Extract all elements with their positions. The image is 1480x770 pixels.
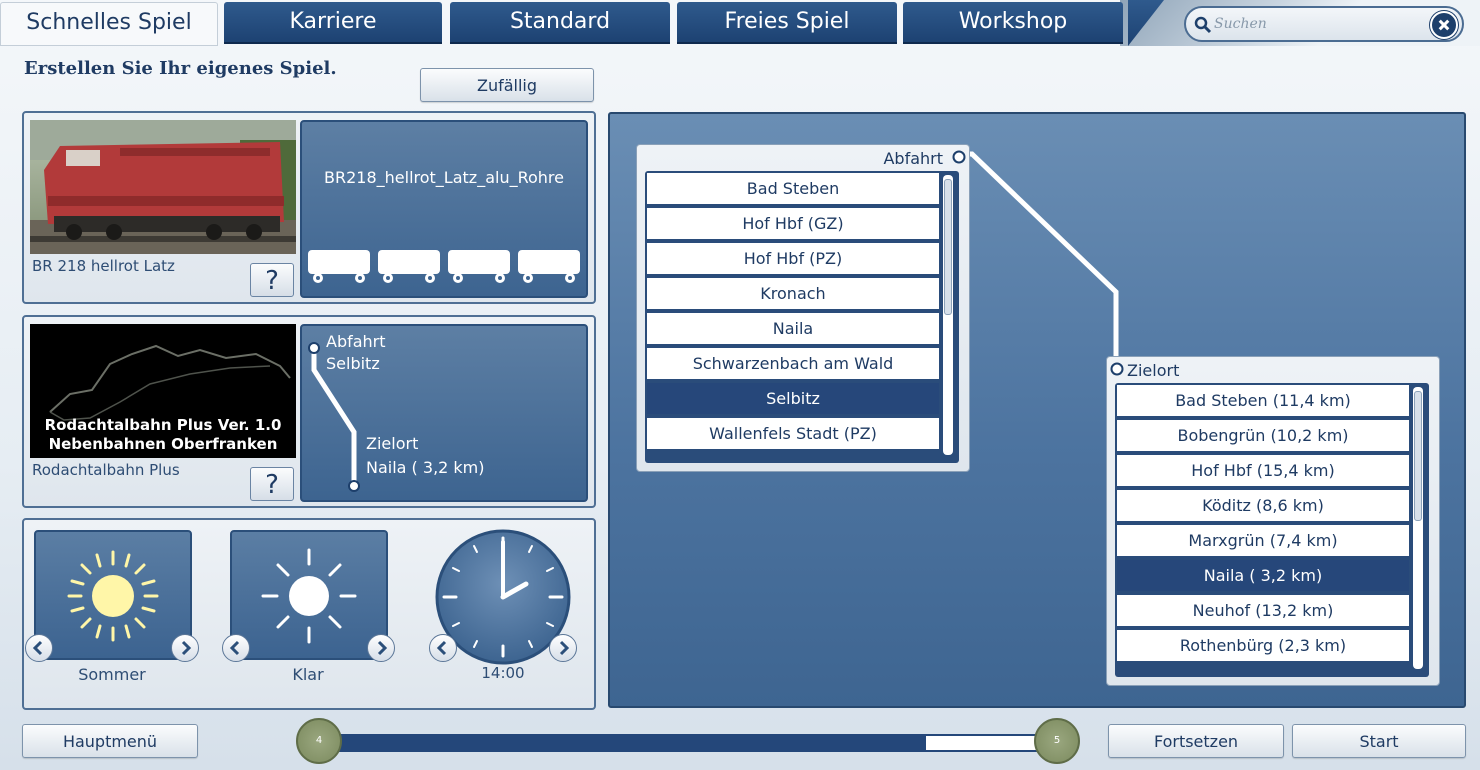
page-title: Erstellen Sie Ihr eigenes Spiel. [24,58,337,79]
destination-panel: Zielort Bad Steben (11,4 km) Bobengrün (… [1106,356,1440,686]
tab-bar: Schnelles Spiel Karriere Standard Freies… [0,0,1480,46]
step-indicator-next: 5 [1034,718,1080,764]
list-item[interactable]: Hof Hbf (PZ) [647,243,939,274]
list-item[interactable]: Schwarzenbach am Wald [647,348,939,379]
departure-header: Abfahrt [883,149,943,168]
time-next-button[interactable] [549,634,577,662]
route-name: Rodachtalbahn Plus [32,461,180,479]
chevron-left-icon [229,640,240,656]
tab-free-play[interactable]: Freies Spiel [677,2,897,44]
list-item[interactable]: Marxgrün (7,4 km) [1117,525,1409,556]
list-item[interactable]: Bad Steben [647,173,939,204]
route-thumb-subtitle: Nebenbahnen Oberfranken [48,435,278,453]
station-map: Abfahrt Bad Steben Hof Hbf (GZ) Hof Hbf … [608,112,1466,708]
search-input[interactable] [1214,12,1424,36]
departure-panel: Abfahrt Bad Steben Hof Hbf (GZ) Hof Hbf … [636,144,970,472]
random-button[interactable]: Zufällig [420,68,594,102]
season-next-button[interactable] [171,634,199,662]
journey-destination-label: Zielort [366,434,419,453]
list-item[interactable]: Hof Hbf (GZ) [647,208,939,239]
journey-departure-label: Abfahrt [326,332,386,351]
consist-name: BR218_hellrot_Latz_alu_Rohre [324,168,564,187]
consist-card[interactable]: BR218_hellrot_Latz_alu_Rohre [300,120,588,298]
list-item[interactable]: Naila [647,313,939,344]
weather-next-button[interactable] [367,634,395,662]
list-item[interactable]: Köditz (8,6 km) [1117,490,1409,521]
chevron-left-icon [32,640,43,656]
chevron-right-icon [377,640,388,656]
progress-remaining [926,736,1036,750]
sun-summer-icon [67,550,159,642]
search-icon [1194,16,1212,34]
locomotive-help-button[interactable]: ? [250,263,294,297]
journey-destination-value: Naila ( 3,2 km) [366,458,485,477]
list-item[interactable]: Kronach [647,278,939,309]
continue-button[interactable]: Fortsetzen [1108,724,1284,758]
list-item[interactable]: Wallenfels Stadt (PZ) [647,418,939,449]
journey-departure-value: Selbitz [326,354,380,373]
route-help-button[interactable]: ? [250,467,294,501]
start-button[interactable]: Start [1292,724,1466,758]
season-card[interactable] [34,530,192,660]
main-menu-button[interactable]: Hauptmenü [22,724,198,758]
list-item[interactable]: Hof Hbf (15,4 km) [1117,455,1409,486]
weather-card[interactable] [230,530,388,660]
locomotive-name: BR 218 hellrot Latz [32,257,175,275]
search-box [1184,6,1464,42]
sun-clear-icon [261,548,357,644]
destination-scroll-thumb[interactable] [1414,391,1422,521]
time-label: 14:00 [481,664,525,682]
tab-standard[interactable]: Standard [450,2,670,44]
route-panel: Rodachtalbahn Plus Ver. 1.0 Nebenbahnen … [22,315,596,508]
route-thumb-title: Rodachtalbahn Plus Ver. 1.0 [44,416,282,434]
wagon-icons [308,250,580,283]
list-item-selected[interactable]: Selbitz [647,383,939,414]
chevron-right-icon [181,640,192,656]
weather-label: Klar [292,665,324,684]
route-thumbnail[interactable]: Rodachtalbahn Plus Ver. 1.0 Nebenbahnen … [30,324,296,458]
step-indicator-current: 4 [296,718,342,764]
list-item[interactable]: Neuhof (13,2 km) [1117,595,1409,626]
tab-quick-game[interactable]: Schnelles Spiel [0,2,218,46]
departure-scrollbar[interactable] [943,175,953,455]
journey-card[interactable]: Abfahrt Selbitz Zielort Naila ( 3,2 km) [300,324,588,502]
locomotive-thumbnail[interactable] [30,120,296,254]
destination-header: Zielort [1127,361,1180,380]
departure-scroll-thumb[interactable] [944,179,952,315]
list-item-selected[interactable]: Naila ( 3,2 km) [1117,560,1409,591]
destination-scrollbar[interactable] [1413,387,1423,669]
locomotive-panel: BR 218 hellrot Latz ? BR218_hellrot_Latz… [22,111,596,304]
tab-workshop[interactable]: Workshop [903,2,1123,44]
list-item[interactable]: Bad Steben (11,4 km) [1117,385,1409,416]
departure-node-icon [952,150,966,164]
tab-career[interactable]: Karriere [224,2,442,44]
season-label: Sommer [78,665,146,684]
destination-list: Bad Steben (11,4 km) Bobengrün (10,2 km)… [1115,383,1429,677]
weather-prev-button[interactable] [222,634,250,662]
chevron-right-icon [559,640,570,656]
departure-list: Bad Steben Hof Hbf (GZ) Hof Hbf (PZ) Kro… [645,171,959,463]
list-item[interactable]: Rothenbürg (2,3 km) [1117,630,1409,661]
list-item[interactable]: Bobengrün (10,2 km) [1117,420,1409,451]
season-prev-button[interactable] [25,634,53,662]
close-icon[interactable] [1430,11,1458,39]
destination-node-icon [1110,362,1124,376]
time-prev-button[interactable] [429,634,457,662]
chevron-left-icon [436,640,447,656]
